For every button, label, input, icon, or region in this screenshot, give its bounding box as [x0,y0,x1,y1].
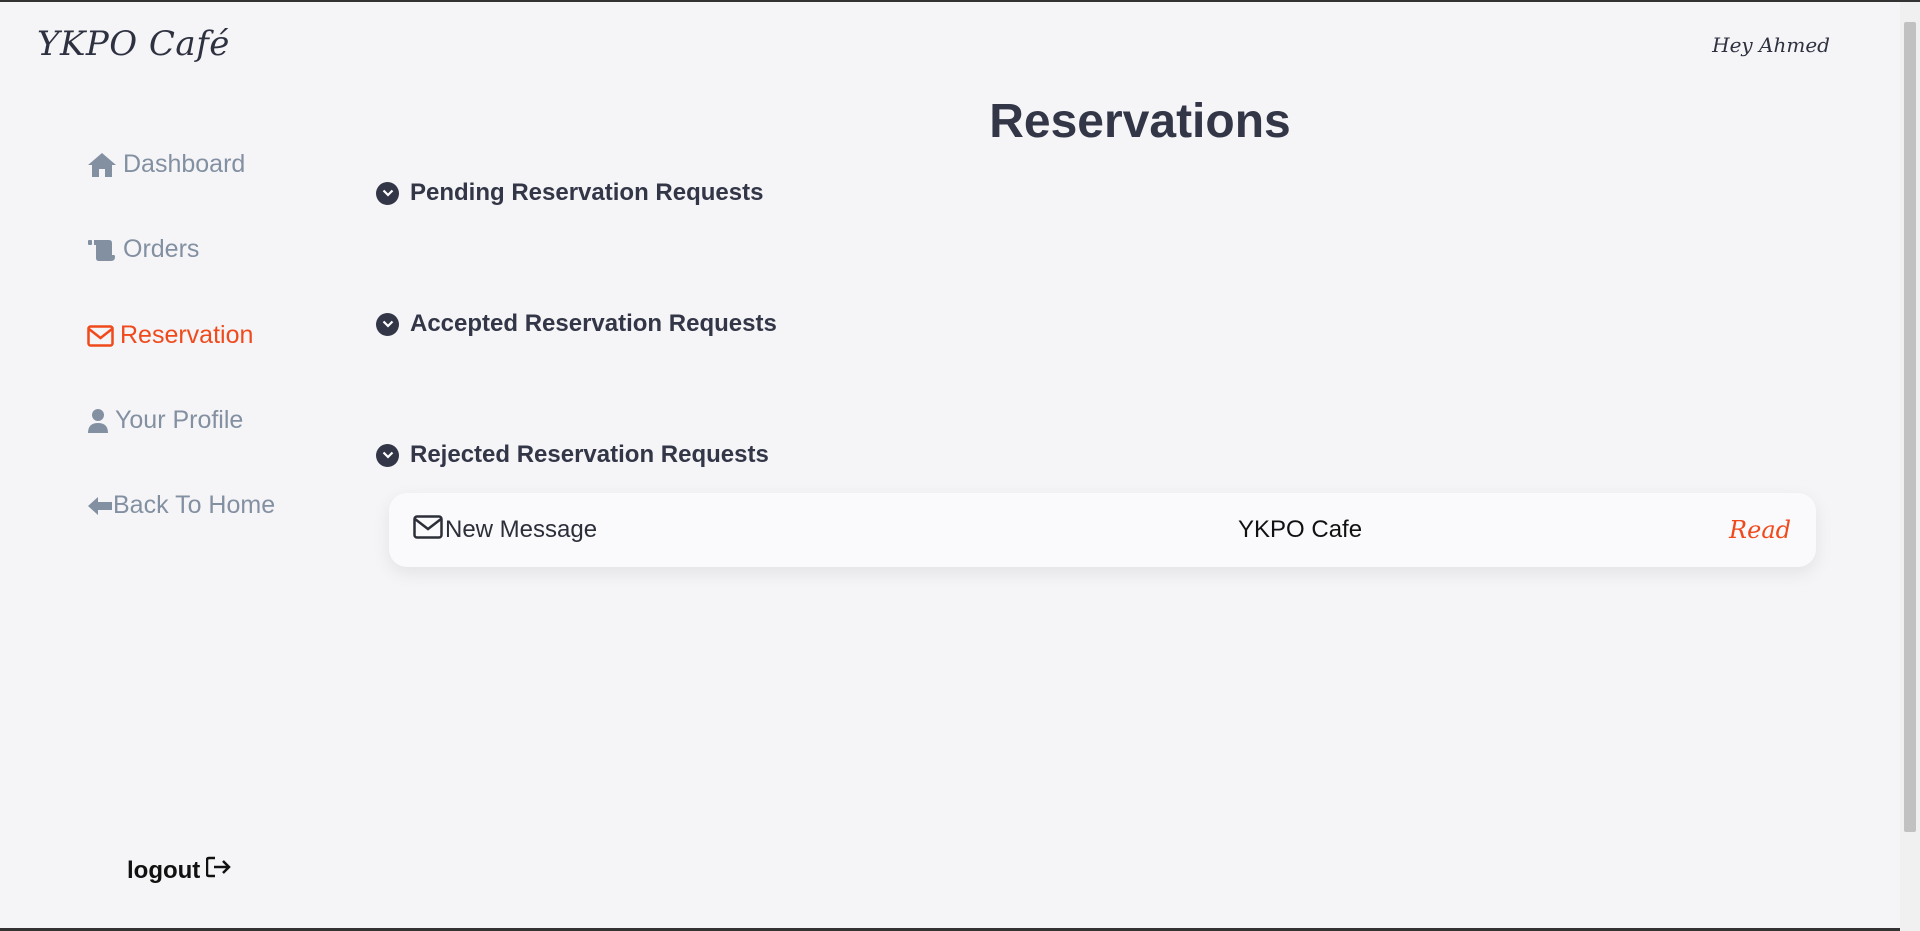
sidebar-item-label: Dashboard [123,150,246,178]
sidebar-item-dashboard[interactable]: Dashboard [87,150,245,179]
arrow-left-icon [87,495,113,517]
sidebar-item-label: Back To Home [113,491,276,519]
chevron-down-icon [376,312,399,336]
vertical-scrollbar[interactable] [1900,2,1920,931]
window-top-border [0,0,1920,2]
section-accepted-toggle[interactable]: Accepted Reservation Requests [376,310,777,338]
scrollbar-thumb[interactable] [1904,22,1916,832]
chevron-down-icon [376,181,399,205]
logout-button[interactable]: logout [127,856,232,885]
message-sender: YKPO Cafe [1238,516,1363,543]
page-title: Reservations [989,95,1291,148]
section-heading: Accepted Reservation Requests [410,310,777,337]
chevron-down-icon [376,443,399,467]
section-rejected-toggle[interactable]: Rejected Reservation Requests [376,441,769,469]
user-greeting: Hey Ahmed [1712,33,1830,57]
envelope-icon [413,514,443,546]
brand-logo[interactable]: YKPO Café [37,24,230,64]
sidebar-item-your-profile[interactable]: Your Profile [87,406,243,435]
scroll-icon [87,237,117,263]
sidebar-item-label: Orders [123,235,200,263]
sidebar-item-back-to-home[interactable]: Back To Home [87,491,275,520]
sidebar-item-label: Reservation [120,321,254,349]
read-message-link[interactable]: Read [1729,493,1791,567]
logout-label: logout [127,856,201,884]
sidebar-item-orders[interactable]: Orders [87,235,199,264]
section-heading: Rejected Reservation Requests [410,441,769,468]
sidebar-item-label: Your Profile [115,406,244,434]
envelope-icon [87,324,114,347]
user-icon [87,408,109,434]
section-heading: Pending Reservation Requests [410,179,764,206]
section-pending-toggle[interactable]: Pending Reservation Requests [376,179,763,207]
message-card: New Message YKPO Cafe Read [389,493,1816,567]
sign-out-icon [206,856,232,885]
message-subject: New Message [445,516,598,543]
message-subject-group: New Message [413,493,597,567]
home-icon [87,152,117,178]
sidebar-item-reservation[interactable]: Reservation [87,321,253,350]
